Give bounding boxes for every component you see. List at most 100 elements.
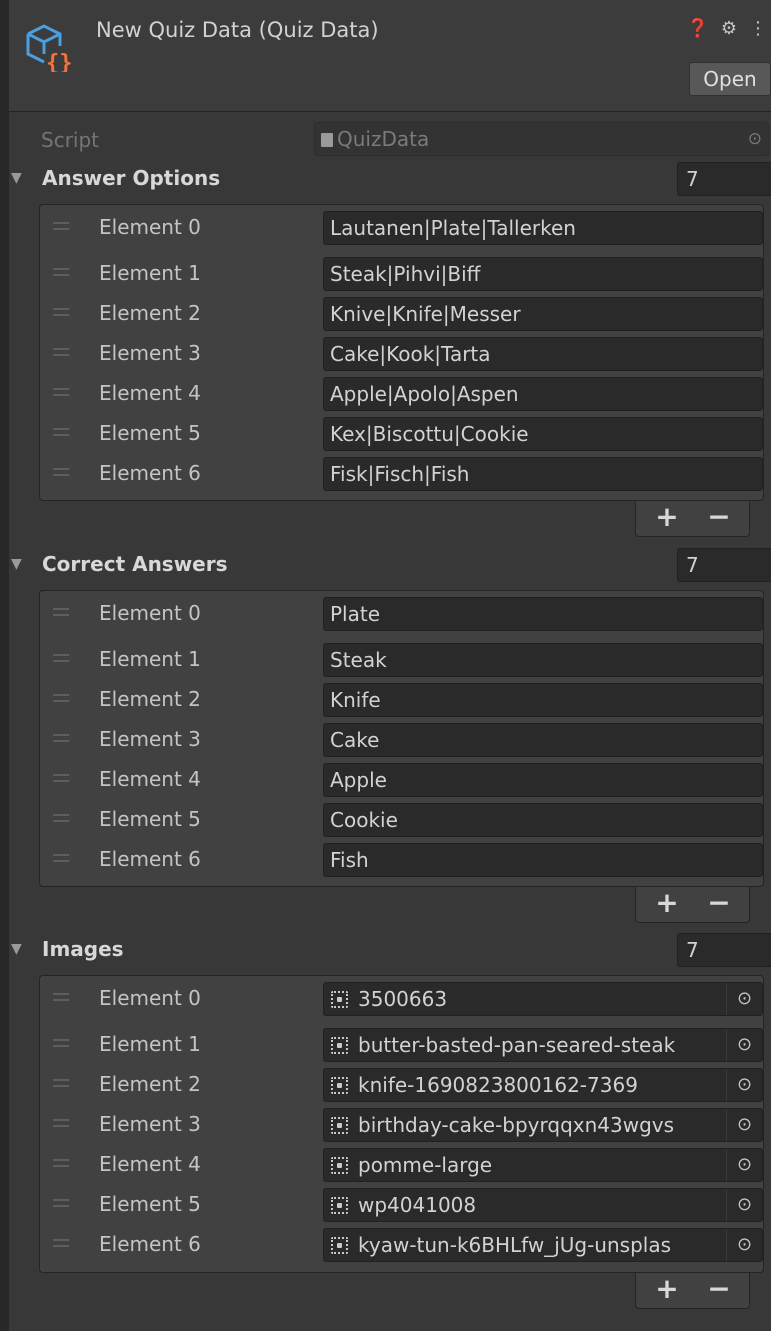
drag-handle-icon[interactable]	[53, 428, 69, 436]
remove-element-button[interactable]: −	[694, 501, 744, 535]
sprite-object-field[interactable]: pomme-large ⊙	[323, 1148, 763, 1182]
text-field[interactable]: Apple	[323, 763, 763, 797]
drag-handle-icon[interactable]	[53, 734, 69, 742]
text-field[interactable]: Plate	[323, 597, 763, 631]
list-item[interactable]: Element 4 Apple	[40, 763, 763, 797]
list-item[interactable]: Element 5 Cookie	[40, 803, 763, 837]
script-field[interactable]: QuizData ⊙	[314, 122, 769, 156]
remove-element-button[interactable]: −	[694, 1273, 744, 1307]
foldout-arrow-icon[interactable]: ▼	[11, 556, 22, 572]
sprite-object-field[interactable]: 3500663 ⊙	[323, 982, 763, 1016]
foldout-arrow-icon[interactable]: ▼	[11, 941, 22, 957]
drag-handle-icon[interactable]	[53, 993, 69, 1001]
element-label: Element 1	[99, 647, 201, 671]
open-button[interactable]: Open	[689, 62, 771, 96]
element-label: Element 5	[99, 1192, 201, 1216]
list-item[interactable]: Element 6 Fisk|Fisch|Fish	[40, 457, 763, 491]
sprite-object-field[interactable]: kyaw-tun-k6BHLfw_jUg-unsplas ⊙	[323, 1228, 763, 1262]
answer-options-header[interactable]: ▼ Answer Options 7	[9, 162, 771, 198]
remove-element-button[interactable]: −	[694, 887, 744, 921]
add-element-button[interactable]: +	[642, 1273, 692, 1307]
drag-handle-icon[interactable]	[53, 1159, 69, 1167]
correct-answers-header[interactable]: ▼ Correct Answers 7	[9, 548, 771, 584]
drag-handle-icon[interactable]	[53, 1239, 69, 1247]
sprite-object-field[interactable]: wp4041008 ⊙	[323, 1188, 763, 1222]
list-item[interactable]: Element 4 Apple|Apolo|Aspen	[40, 377, 763, 411]
list-item[interactable]: Element 3 Cake	[40, 723, 763, 757]
drag-handle-icon[interactable]	[53, 388, 69, 396]
drag-handle-icon[interactable]	[53, 608, 69, 616]
text-field[interactable]: Lautanen|Plate|Tallerken	[323, 211, 763, 245]
list-item[interactable]: Element 3 birthday-cake-bpyrqqxn43wgvs ⊙	[40, 1108, 763, 1142]
text-field[interactable]: Apple|Apolo|Aspen	[323, 377, 763, 411]
drag-handle-icon[interactable]	[53, 468, 69, 476]
list-item[interactable]: Element 5 Kex|Biscottu|Cookie	[40, 417, 763, 451]
drag-handle-icon[interactable]	[53, 1199, 69, 1207]
text-field[interactable]: Steak|Pihvi|Biff	[323, 257, 763, 291]
answer-options-count-field[interactable]: 7	[677, 162, 771, 196]
text-field[interactable]: Knive|Knife|Messer	[323, 297, 763, 331]
text-field[interactable]: Fish	[323, 843, 763, 877]
drag-handle-icon[interactable]	[53, 1079, 69, 1087]
list-item[interactable]: Element 1 butter-basted-pan-seared-steak…	[40, 1028, 763, 1062]
list-item[interactable]: Element 0 Plate	[40, 597, 763, 631]
drag-handle-icon[interactable]	[53, 308, 69, 316]
text-field[interactable]: Cake|Kook|Tarta	[323, 337, 763, 371]
element-label: Element 0	[99, 986, 201, 1010]
list-item[interactable]: Element 1 Steak	[40, 643, 763, 677]
settings-icon[interactable]: ⚙	[721, 18, 737, 40]
object-picker-icon[interactable]: ⊙	[748, 123, 762, 155]
foldout-arrow-icon[interactable]: ▼	[11, 170, 22, 186]
list-item[interactable]: Element 0 Lautanen|Plate|Tallerken	[40, 211, 763, 245]
images-list: Element 0 3500663 ⊙ Element 1 butter-bas…	[39, 975, 764, 1273]
list-item[interactable]: Element 6 kyaw-tun-k6BHLfw_jUg-unsplas ⊙	[40, 1228, 763, 1262]
list-item[interactable]: Element 3 Cake|Kook|Tarta	[40, 337, 763, 371]
drag-handle-icon[interactable]	[53, 1039, 69, 1047]
drag-handle-icon[interactable]	[53, 814, 69, 822]
object-picker-icon[interactable]: ⊙	[726, 1069, 762, 1101]
more-icon[interactable]: ⋮	[749, 18, 767, 40]
drag-handle-icon[interactable]	[53, 854, 69, 862]
sprite-object-field[interactable]: knife-1690823800162-7369 ⊙	[323, 1068, 763, 1102]
drag-handle-icon[interactable]	[53, 222, 69, 230]
list-item[interactable]: Element 6 Fish	[40, 843, 763, 877]
list-item[interactable]: Element 5 wp4041008 ⊙	[40, 1188, 763, 1222]
images-header[interactable]: ▼ Images 7	[9, 933, 771, 969]
text-field[interactable]: Cookie	[323, 803, 763, 837]
list-item[interactable]: Element 0 3500663 ⊙	[40, 982, 763, 1016]
drag-handle-icon[interactable]	[53, 1119, 69, 1127]
drag-handle-icon[interactable]	[53, 774, 69, 782]
sprite-object-field[interactable]: birthday-cake-bpyrqqxn43wgvs ⊙	[323, 1108, 763, 1142]
object-picker-icon[interactable]: ⊙	[726, 1229, 762, 1261]
object-picker-icon[interactable]: ⊙	[726, 1149, 762, 1181]
drag-handle-icon[interactable]	[53, 654, 69, 662]
images-footer: + −	[635, 1273, 750, 1309]
drag-handle-icon[interactable]	[53, 268, 69, 276]
object-picker-icon[interactable]: ⊙	[726, 983, 762, 1015]
sprite-name: kyaw-tun-k6BHLfw_jUg-unsplas	[358, 1233, 672, 1257]
help-icon[interactable]: ❓	[686, 18, 708, 40]
text-field[interactable]: Knife	[323, 683, 763, 717]
drag-handle-icon[interactable]	[53, 694, 69, 702]
sprite-object-field[interactable]: butter-basted-pan-seared-steak ⊙	[323, 1028, 763, 1062]
object-picker-icon[interactable]: ⊙	[726, 1189, 762, 1221]
list-item[interactable]: Element 2 Knife	[40, 683, 763, 717]
text-field[interactable]: Fisk|Fisch|Fish	[323, 457, 763, 491]
list-item[interactable]: Element 2 Knive|Knife|Messer	[40, 297, 763, 331]
text-field[interactable]: Steak	[323, 643, 763, 677]
add-element-button[interactable]: +	[642, 887, 692, 921]
list-item[interactable]: Element 4 pomme-large ⊙	[40, 1148, 763, 1182]
add-element-button[interactable]: +	[642, 501, 692, 535]
text-field[interactable]: Kex|Biscottu|Cookie	[323, 417, 763, 451]
object-picker-icon[interactable]: ⊙	[726, 1109, 762, 1141]
images-count-field[interactable]: 7	[677, 933, 771, 967]
correct-answers-count-field[interactable]: 7	[677, 548, 771, 582]
element-label: Element 2	[99, 1072, 201, 1096]
list-item[interactable]: Element 2 knife-1690823800162-7369 ⊙	[40, 1068, 763, 1102]
answer-options-footer: + −	[635, 501, 750, 537]
object-picker-icon[interactable]: ⊙	[726, 1029, 762, 1061]
list-item[interactable]: Element 1 Steak|Pihvi|Biff	[40, 257, 763, 291]
drag-handle-icon[interactable]	[53, 348, 69, 356]
sprite-icon	[331, 991, 348, 1008]
text-field[interactable]: Cake	[323, 723, 763, 757]
